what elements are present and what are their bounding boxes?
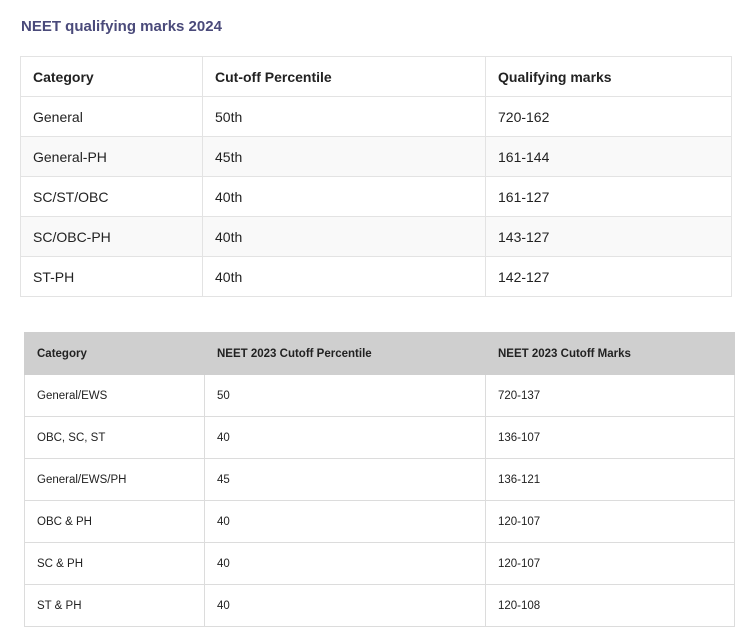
- column-header-marks: Qualifying marks: [485, 56, 732, 97]
- table-cell-percentile: 45th: [202, 136, 486, 177]
- table-cell-percentile: 40: [204, 500, 486, 543]
- table-cell-percentile: 40: [204, 416, 486, 459]
- table-cell-category: General: [20, 96, 203, 137]
- table-cell-percentile: 50th: [202, 96, 486, 137]
- table-row: ST & PH 40 120-108: [24, 584, 735, 627]
- table-cell-percentile: 40th: [202, 216, 486, 257]
- cutoff-2023-table: Category NEET 2023 Cutoff Percentile NEE…: [24, 332, 735, 627]
- table-cell-marks: 142-127: [485, 256, 732, 297]
- column-header-category: Category: [20, 56, 203, 97]
- table-cell-percentile: 45: [204, 458, 486, 501]
- table-cell-percentile: 40: [204, 542, 486, 585]
- table-row: General/EWS 50 720-137: [24, 374, 735, 417]
- table-row: ST-PH 40th 142-127: [20, 256, 732, 297]
- column-header-percentile: Cut-off Percentile: [202, 56, 486, 97]
- column-header-category: Category: [24, 332, 205, 375]
- table-row: OBC & PH 40 120-107: [24, 500, 735, 543]
- table-cell-marks: 720-162: [485, 96, 732, 137]
- table-cell-percentile: 40: [204, 584, 486, 627]
- table-row: General 50th 720-162: [20, 96, 732, 137]
- table-header-row: Category NEET 2023 Cutoff Percentile NEE…: [24, 332, 735, 375]
- table-cell-category: ST & PH: [24, 584, 205, 627]
- table-row: General-PH 45th 161-144: [20, 136, 732, 177]
- table-cell-percentile: 40th: [202, 256, 486, 297]
- table-cell-marks: 720-137: [485, 374, 735, 417]
- table-cell-percentile: 40th: [202, 176, 486, 217]
- table-row: General/EWS/PH 45 136-121: [24, 458, 735, 501]
- table-cell-category: General/EWS/PH: [24, 458, 205, 501]
- qualifying-marks-2024-table: Category Cut-off Percentile Qualifying m…: [20, 56, 732, 297]
- column-header-percentile: NEET 2023 Cutoff Percentile: [204, 332, 486, 375]
- table-cell-marks: 120-107: [485, 500, 735, 543]
- table-cell-marks: 120-107: [485, 542, 735, 585]
- table-header-row: Category Cut-off Percentile Qualifying m…: [20, 56, 732, 97]
- table-cell-marks: 143-127: [485, 216, 732, 257]
- table-cell-marks: 136-107: [485, 416, 735, 459]
- table-cell-percentile: 50: [204, 374, 486, 417]
- table-cell-marks: 161-144: [485, 136, 732, 177]
- table-cell-category: General-PH: [20, 136, 203, 177]
- table-cell-marks: 136-121: [485, 458, 735, 501]
- table-row: OBC, SC, ST 40 136-107: [24, 416, 735, 459]
- table-cell-category: SC & PH: [24, 542, 205, 585]
- table-cell-category: OBC & PH: [24, 500, 205, 543]
- table-cell-category: ST-PH: [20, 256, 203, 297]
- table-cell-category: SC/OBC-PH: [20, 216, 203, 257]
- table-cell-category: SC/ST/OBC: [20, 176, 203, 217]
- table-row: SC/OBC-PH 40th 143-127: [20, 216, 732, 257]
- table-cell-marks: 120-108: [485, 584, 735, 627]
- table-row: SC & PH 40 120-107: [24, 542, 735, 585]
- table-row: SC/ST/OBC 40th 161-127: [20, 176, 732, 217]
- page-title: NEET qualifying marks 2024: [21, 18, 222, 35]
- table-cell-marks: 161-127: [485, 176, 732, 217]
- column-header-marks: NEET 2023 Cutoff Marks: [485, 332, 735, 375]
- table-cell-category: General/EWS: [24, 374, 205, 417]
- table-cell-category: OBC, SC, ST: [24, 416, 205, 459]
